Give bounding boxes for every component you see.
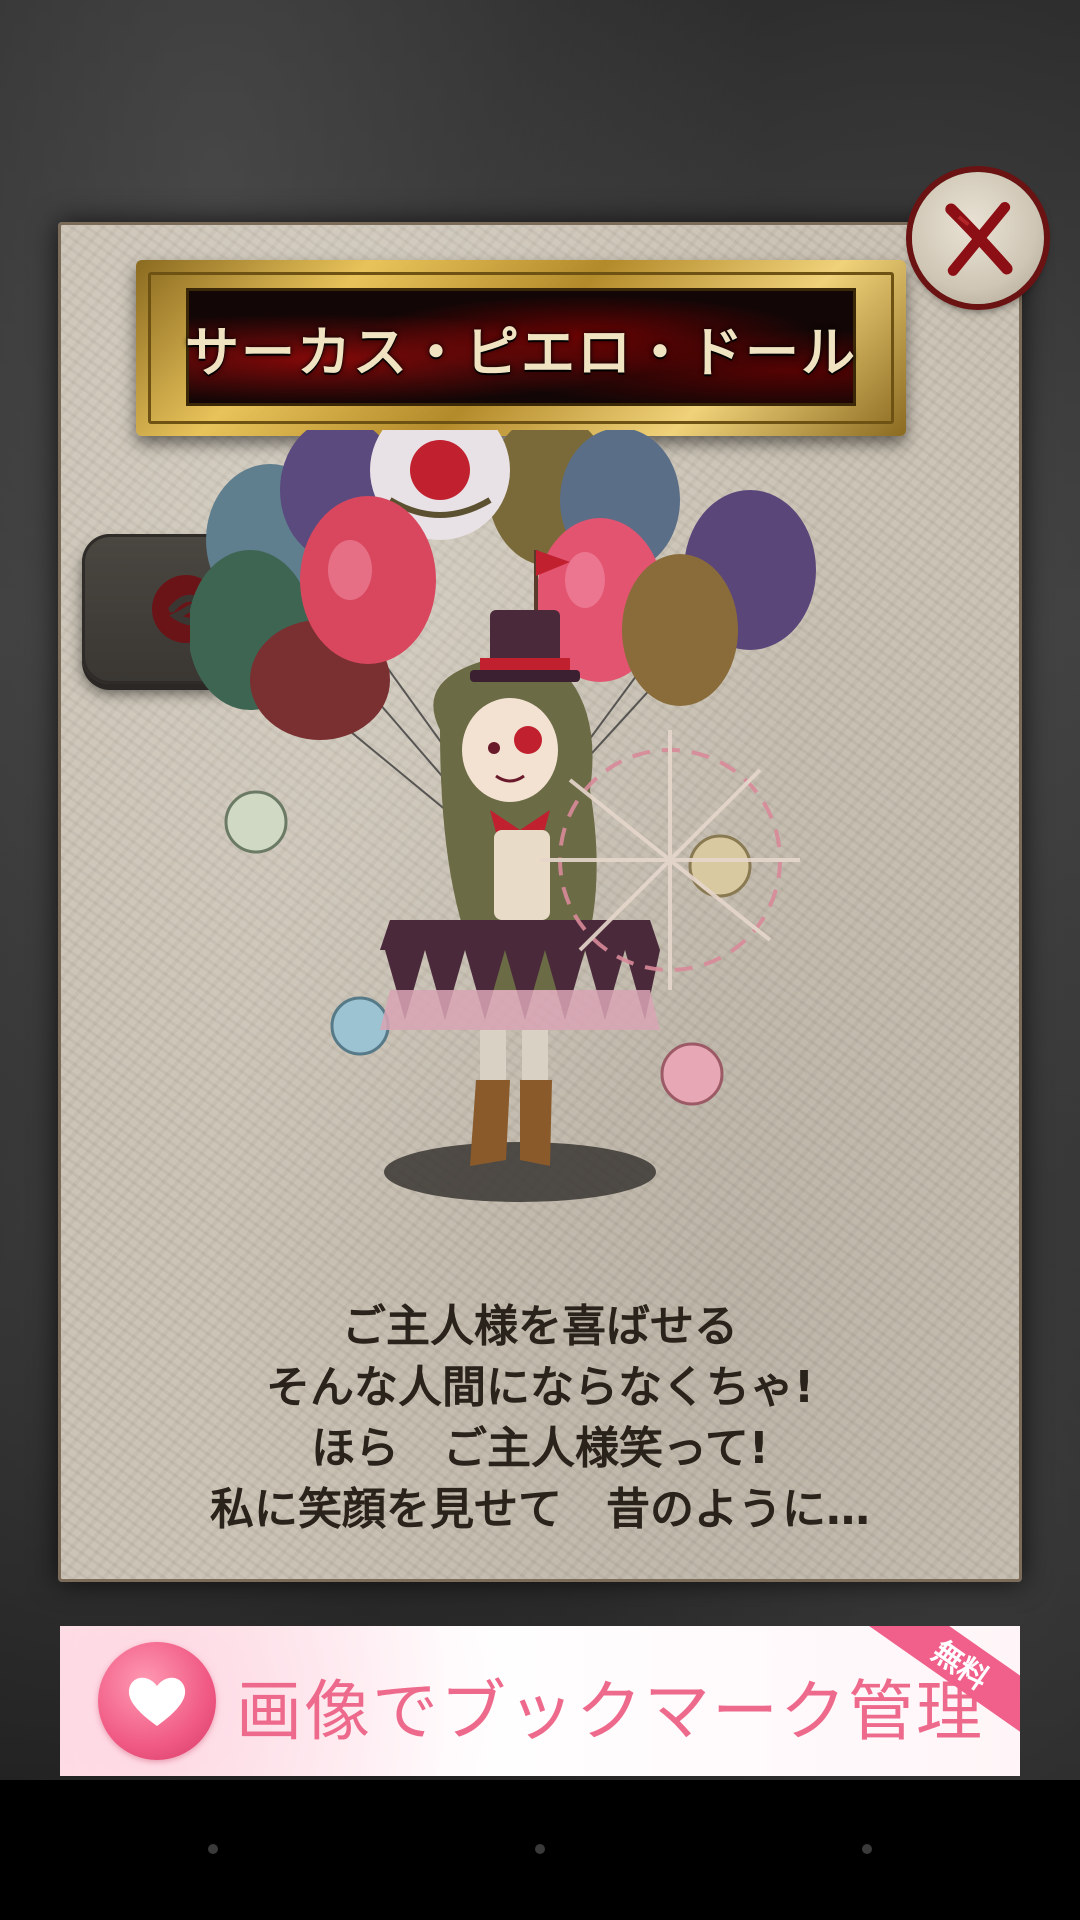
nav-home-dot[interactable] xyxy=(535,1844,545,1854)
nav-recents-dot[interactable] xyxy=(862,1844,872,1854)
title-frame: サーカス・ピエロ・ドール xyxy=(136,260,906,436)
description-line: そんな人間にならなくちゃ! xyxy=(265,1362,815,1413)
character-illustration xyxy=(190,430,816,1202)
description-line: 私に笑顔を見せて 昔のように… xyxy=(210,1484,870,1535)
system-nav-bar xyxy=(0,1780,1080,1920)
description-line: ほら ご主人様笑って! xyxy=(311,1423,769,1474)
close-button[interactable] xyxy=(912,172,1044,304)
description-line: ご主人様を喜ばせる xyxy=(342,1301,738,1352)
heart-icon xyxy=(128,1677,186,1726)
ad-text: 画像でブックマーク管理 xyxy=(236,1673,984,1750)
nav-back-dot[interactable] xyxy=(208,1844,218,1854)
ad-logo xyxy=(98,1642,216,1760)
character-name: サーカス・ピエロ・ドール xyxy=(185,320,857,384)
ad-banner[interactable]: 画像でブックマーク管理 無料 xyxy=(60,1626,1020,1776)
title-plate: サーカス・ピエロ・ドール xyxy=(185,288,857,406)
close-x-icon xyxy=(945,202,1013,276)
character-description: ご主人様を喜ばせる そんな人間にならなくちゃ! ほら ご主人様笑って! 私に笑顔… xyxy=(120,1296,960,1540)
